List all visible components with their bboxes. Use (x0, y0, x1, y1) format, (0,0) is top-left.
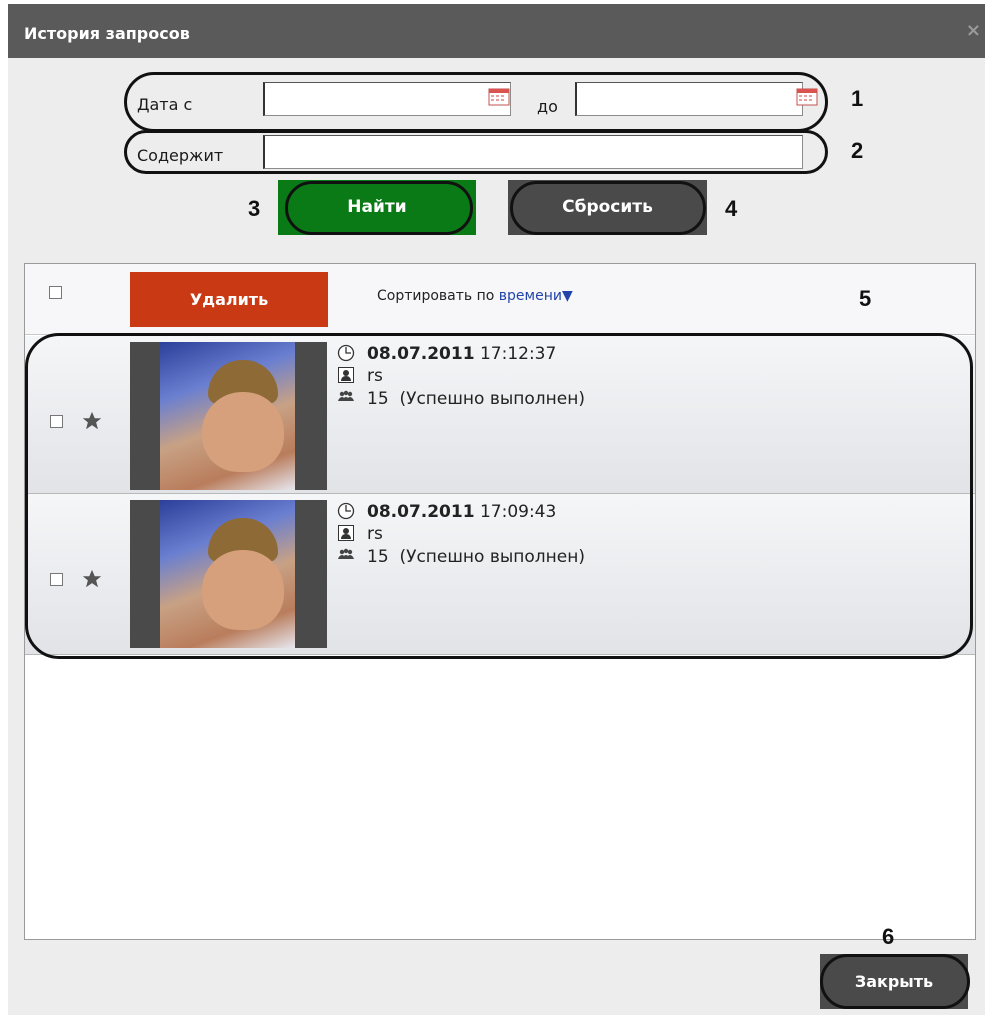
delete-button[interactable]: Удалить (130, 272, 328, 327)
search-history-dialog: История запросов × Дата с до 1 Содержит … (8, 4, 985, 1015)
dialog-title: История запросов (24, 24, 190, 43)
annotation-number-6: 6 (882, 924, 895, 949)
title-bar: История запросов × (8, 4, 985, 58)
sort-arrow-icon[interactable]: ▼ (562, 288, 573, 304)
select-all-checkbox[interactable] (49, 286, 62, 299)
sort-control: Сортировать по времени▼ (377, 288, 573, 304)
results-panel: Удалить Сортировать по времени▼ 5 08.07.… (24, 263, 976, 940)
annotation-outline-3 (285, 181, 473, 235)
annotation-number-3: 3 (248, 196, 261, 221)
annotation-number-2: 2 (851, 138, 864, 163)
annotation-outline-4 (510, 181, 706, 235)
annotation-outline-6 (820, 954, 970, 1009)
sort-field-link[interactable]: времени (499, 288, 562, 304)
annotation-number-4: 4 (725, 196, 738, 221)
annotation-outline-1 (124, 72, 828, 132)
close-x-icon[interactable]: × (966, 20, 981, 41)
annotation-number-1: 1 (851, 86, 864, 111)
list-toolbar: Удалить Сортировать по времени▼ 5 (25, 264, 975, 335)
annotation-outline-2 (124, 130, 828, 174)
annotation-number-5: 5 (859, 286, 872, 311)
sort-prefix: Сортировать по (377, 288, 495, 304)
annotation-outline-5 (25, 333, 973, 659)
